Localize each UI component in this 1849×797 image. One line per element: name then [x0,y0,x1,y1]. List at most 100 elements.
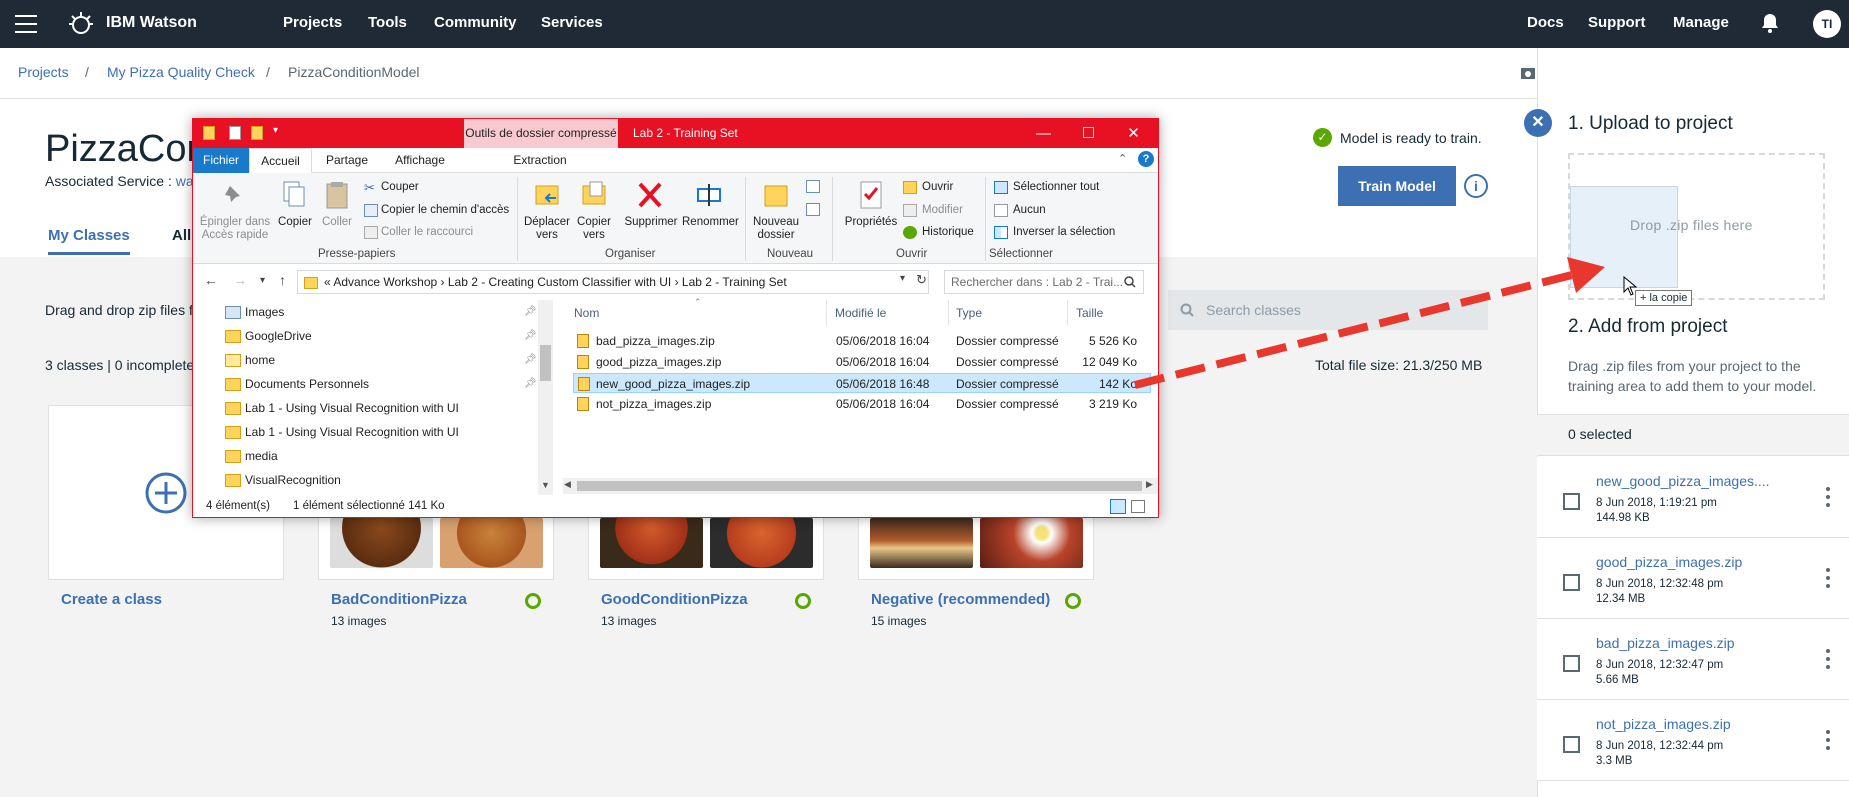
associated-service-link[interactable]: wa [176,173,194,189]
qat-dropdown-icon[interactable]: ▾ [273,125,278,136]
forward-arrow-icon[interactable]: → [233,272,247,288]
tab-all[interactable]: All [172,227,191,244]
project-file-item[interactable]: bad_pizza_images.zip 8 Jun 2018, 12:32:4… [1537,619,1849,700]
file-name-link[interactable]: good_pizza_images.zip [1596,554,1742,570]
close-panel-icon[interactable]: ✕ [1524,109,1552,137]
tree-item[interactable]: Lab 1 - Using Visual Recognition with UI [245,425,459,439]
copy-button[interactable]: Copier [275,216,315,229]
nav-services[interactable]: Services [541,14,603,31]
tiles-view-icon[interactable] [1131,500,1145,513]
copy-path-button[interactable]: Copier le chemin d'accès [381,204,509,217]
overflow-menu-icon[interactable] [1826,730,1830,754]
select-all-button[interactable]: Sélectionner tout [1013,181,1099,194]
file-checkbox[interactable] [1563,574,1580,591]
new-folder-button[interactable]: Nouveau dossier [751,216,801,242]
brand-name[interactable]: IBM Watson [106,14,197,32]
modify-button[interactable]: Modifier [922,204,963,217]
overflow-menu-icon[interactable] [1826,649,1830,673]
project-file-item[interactable]: good_pizza_images.zip 8 Jun 2018, 12:32:… [1537,538,1849,619]
pin-icon[interactable]: 📌︎ [524,330,537,341]
scroll-down-icon[interactable]: ▼ [541,480,550,490]
tree-item[interactable]: Images [245,305,284,319]
tree-scrollbar-thumb[interactable] [540,345,551,381]
move-to-button[interactable]: Déplacer vers [522,216,572,242]
project-file-item[interactable]: not_pizza_images.zip 8 Jun 2018, 12:32:4… [1537,700,1849,781]
open-button[interactable]: Ouvrir [922,181,953,194]
overflow-menu-icon[interactable] [1826,487,1830,511]
tab-fichier[interactable]: Fichier [193,148,249,173]
class-name[interactable]: GoodConditionPizza [601,591,748,608]
file-name-link[interactable]: bad_pizza_images.zip [1596,635,1735,651]
tree-item[interactable]: Lab 1 - Using Visual Recognition with UI [245,401,459,415]
tab-extraction[interactable]: Extraction [505,148,575,173]
file-checkbox[interactable] [1563,493,1580,510]
history-button[interactable]: Historique [922,226,974,239]
minimize-icon[interactable]: — [1021,119,1066,148]
details-view-icon[interactable] [1110,499,1126,514]
file-row[interactable]: not_pizza_images.zip 05/06/2018 16:04 Do… [573,394,1151,414]
file-checkbox[interactable] [1563,655,1580,672]
tab-affichage[interactable]: Affichage [386,148,454,173]
train-model-button[interactable]: Train Model [1338,166,1456,206]
tree-item[interactable]: home [245,353,275,367]
file-name-link[interactable]: not_pizza_images.zip [1596,716,1731,732]
nav-community[interactable]: Community [434,14,517,31]
tree-scrollbar[interactable] [538,300,553,495]
new-folder-icon[interactable] [251,126,263,140]
invert-selection-button[interactable]: Inverser la sélection [1013,226,1115,239]
pin-quick-access-button[interactable]: Épingler dans Accès rapide [199,216,271,242]
nav-tools[interactable]: Tools [368,14,407,31]
properties-button[interactable]: Propriétés [843,216,899,229]
pin-icon[interactable]: 📌︎ [524,354,537,365]
tab-my-classes[interactable]: My Classes [48,227,130,255]
delete-button[interactable]: Supprimer [622,216,680,229]
column-header-name[interactable]: Nom [574,306,599,320]
column-header-modified[interactable]: Modifié le [835,306,886,320]
collapse-ribbon-icon[interactable]: ⌃ [1118,152,1127,165]
help-icon[interactable]: ? [1138,151,1154,167]
tab-partage[interactable]: Partage [318,148,376,173]
rename-button[interactable]: Renommer [682,216,739,229]
scroll-right-icon[interactable]: ▶ [1146,479,1153,490]
context-tab-compressed[interactable]: Outils de dossier compressé [464,119,618,148]
nav-support[interactable]: Support [1588,14,1646,31]
column-header-size[interactable]: Taille [1076,306,1103,320]
breadcrumb-project[interactable]: My Pizza Quality Check [107,64,255,80]
hscrollbar-thumb[interactable] [577,481,1142,491]
tree-item[interactable]: media [245,449,278,463]
address-dropdown-icon[interactable]: ▾ [900,273,905,284]
maximize-icon[interactable]: ☐ [1066,119,1111,148]
tab-accueil[interactable]: Accueil [249,148,312,173]
properties-icon[interactable] [229,126,241,140]
address-bar[interactable]: « Advance Workshop › Lab 2 - Creating Cu… [297,270,929,294]
recent-locations-icon[interactable]: ▾ [260,275,265,286]
file-row[interactable]: bad_pizza_images.zip 05/06/2018 16:04 Do… [573,331,1151,351]
pin-icon[interactable]: 📌︎ [524,306,537,317]
refresh-icon[interactable]: ↻ [916,272,927,288]
cut-button[interactable]: Couper [381,181,419,194]
user-avatar[interactable]: TI [1813,10,1841,38]
file-checkbox[interactable] [1563,736,1580,753]
file-row-selected[interactable]: new_good_pizza_images.zip 05/06/2018 16:… [573,373,1151,393]
scroll-left-icon[interactable]: ◀ [564,479,571,490]
file-row[interactable]: good_pizza_images.zip 05/06/2018 16:04 D… [573,352,1151,372]
paste-shortcut-button[interactable]: Coller le raccourci [381,226,473,239]
class-name[interactable]: BadConditionPizza [331,591,467,608]
overflow-menu-icon[interactable] [1826,568,1830,592]
nav-docs[interactable]: Docs [1527,14,1564,31]
pin-icon[interactable]: 📌︎ [524,378,537,389]
copy-to-button[interactable]: Copier vers [574,216,614,242]
class-name[interactable]: Negative (recommended) [871,591,1050,608]
column-header-type[interactable]: Type [956,306,982,320]
back-arrow-icon[interactable]: ← [204,272,218,288]
tree-item[interactable]: Documents Personnels [245,377,369,391]
tree-item[interactable]: VisualRecognition [245,473,341,487]
menu-icon[interactable] [15,15,37,33]
close-window-icon[interactable]: ✕ [1111,119,1156,148]
explorer-search-input[interactable]: Rechercher dans : Lab 2 - Trai... [944,270,1144,294]
nav-manage[interactable]: Manage [1673,14,1729,31]
train-info-icon[interactable]: i [1464,174,1488,198]
file-name-link[interactable]: new_good_pizza_images.... [1596,473,1770,489]
breadcrumb-projects[interactable]: Projects [18,64,69,80]
notification-bell-icon[interactable] [1761,13,1779,38]
